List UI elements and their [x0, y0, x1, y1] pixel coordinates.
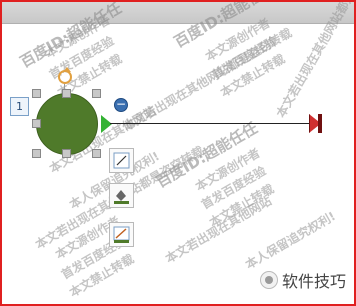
shape-outline-icon — [113, 226, 130, 243]
quick-fill-button[interactable] — [109, 183, 134, 208]
screenshot-frame: 百度ID:超能任任 本文源创作者 首发百度经验 本文禁止转载 百度ID:超能任任 本文源创… — [0, 0, 356, 306]
resize-handle-bottom-right[interactable] — [92, 149, 101, 158]
selected-circle-shape[interactable] — [36, 93, 98, 155]
ribbon-strip — [2, 2, 354, 24]
quick-style-button[interactable] — [109, 148, 134, 173]
brand-logo-icon — [259, 271, 278, 289]
connector-start-point-icon[interactable] — [101, 115, 112, 133]
collapse-minus-icon[interactable]: − — [114, 98, 128, 112]
watermark-text: 本文源创作者 — [193, 145, 263, 194]
resize-handle-bottom[interactable] — [62, 149, 71, 158]
brand-watermark: 软件技巧 — [259, 268, 346, 292]
resize-handle-top-right[interactable] — [92, 89, 101, 98]
watermark-text: 本文禁止转载 — [67, 251, 137, 300]
resize-handle-top[interactable] — [62, 89, 71, 98]
watermark-text: 百度ID:超能任任 — [153, 118, 261, 192]
resize-handle-bottom-left[interactable] — [32, 149, 41, 158]
resize-handle-left[interactable] — [32, 119, 41, 128]
connector-arrow-line[interactable] — [110, 119, 318, 127]
shape-fill-icon — [114, 190, 129, 204]
shape-style-icon — [113, 152, 130, 169]
watermark-text: 首发百度经验 — [199, 163, 269, 212]
watermark-text: 本人保留追究权利! — [243, 208, 338, 272]
watermark-text: 本文禁止转载 — [207, 181, 277, 230]
watermark-text: 首发百度经验 — [47, 33, 117, 82]
resize-handle-top-left[interactable] — [32, 89, 41, 98]
connector-end-bar — [318, 114, 322, 133]
rotate-handle-icon[interactable] — [58, 67, 72, 84]
quick-outline-button[interactable] — [109, 222, 134, 247]
watermark-text: 首发百度经验 — [210, 33, 280, 82]
watermark-text: 本文若出现在其他网站 — [163, 193, 274, 266]
slide-number-badge: 1 — [10, 97, 29, 116]
watermark-text: 本文禁止转载 — [218, 51, 288, 100]
brand-text: 软件技巧 — [281, 272, 346, 291]
watermark-text: 本文若出现在其他网站都是盗窃转载 — [121, 25, 295, 134]
